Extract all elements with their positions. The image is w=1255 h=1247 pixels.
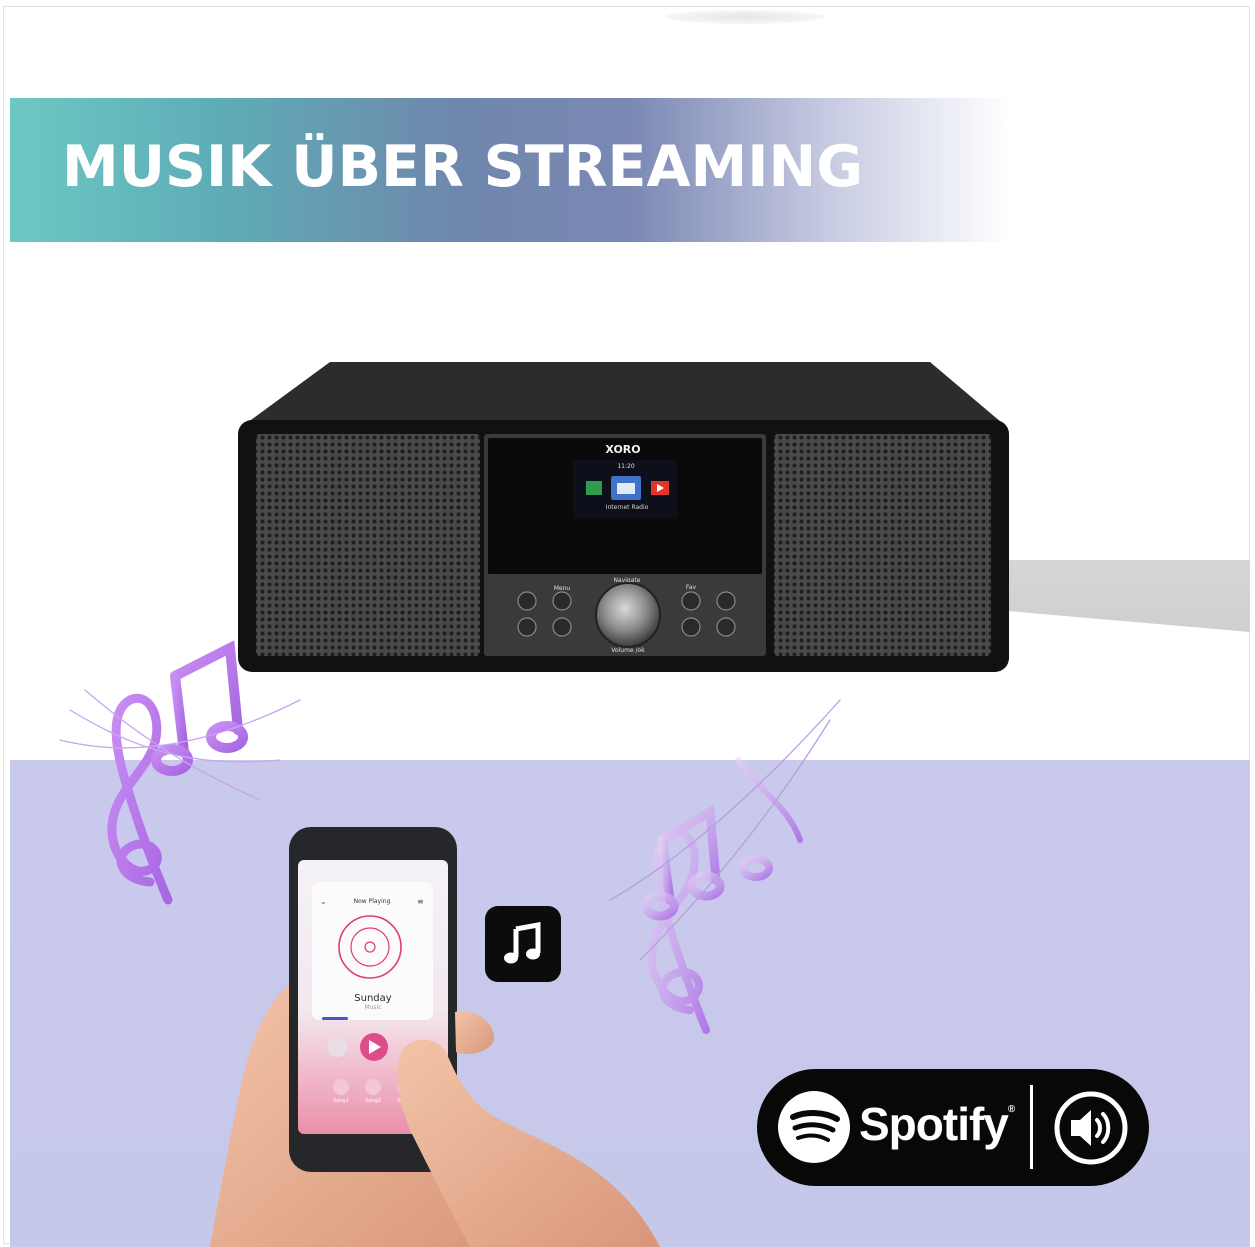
menu-label: Menu: [554, 585, 571, 592]
eject-button[interactable]: [716, 591, 736, 611]
thumb: [455, 1011, 495, 1055]
song1-icon[interactable]: [333, 1079, 349, 1095]
power-button[interactable]: [517, 591, 537, 611]
spotify-logo-icon: [778, 1091, 850, 1163]
spotify-badge: Spotify®: [757, 1069, 1149, 1186]
previous-button[interactable]: [681, 617, 701, 637]
lcd-location-icon: [586, 481, 602, 495]
right-music-notes: [609, 699, 841, 1034]
music-note-head: [687, 871, 725, 901]
registered-mark: ®: [1007, 1104, 1015, 1115]
fav-button[interactable]: [681, 591, 701, 611]
track-title: Sunday: [354, 993, 391, 1004]
radio-brand: XORO: [605, 443, 640, 456]
music-note-icon: [504, 922, 541, 964]
lcd-time: 11:20: [617, 463, 634, 470]
left-music-notes: [59, 640, 301, 905]
staff-line: [609, 699, 841, 901]
left-speaker-grill: [256, 434, 480, 656]
play-pause-button[interactable]: [552, 617, 572, 637]
product-scene: XORO 11:20 Internet Radio Menu Navigate …: [59, 362, 1009, 1247]
previous-track-button[interactable]: [327, 1037, 347, 1057]
song2-icon[interactable]: [365, 1079, 381, 1095]
music-note-head: [206, 721, 248, 753]
music-note-stem: [735, 757, 803, 843]
spotify-wordmark-text: Spotify: [859, 1098, 1009, 1150]
badge-divider: [1030, 1085, 1033, 1169]
next-button[interactable]: [716, 617, 736, 637]
now-playing-header: Now Playing: [354, 898, 391, 905]
fav-label: Fav: [686, 584, 697, 591]
speaker-icon: [1054, 1091, 1128, 1165]
progress-bar[interactable]: [322, 1017, 348, 1020]
music-app-tile: [485, 906, 561, 982]
music-note-head: [151, 744, 193, 776]
treble-clef-icon: [647, 828, 710, 1034]
lcd-radio-icon-grille: [617, 483, 635, 494]
volume-label: Volume /ok: [611, 647, 645, 654]
spotify-wordmark: Spotify®: [859, 1098, 1015, 1150]
radio-top: [240, 362, 1008, 428]
menu-icon[interactable]: ≡: [417, 897, 424, 906]
lcd-label: Internet Radio: [606, 504, 649, 511]
navigate-volume-knob[interactable]: [595, 582, 661, 648]
music-note-stem: [170, 671, 189, 757]
menu-button[interactable]: [552, 591, 572, 611]
treble-clef-icon: [107, 693, 173, 905]
chevron-down-icon[interactable]: ⌄: [320, 897, 327, 906]
track-subtitle: Music: [364, 1004, 381, 1011]
right-speaker-grill: [774, 434, 991, 656]
music-note-head: [739, 855, 773, 881]
stop-button[interactable]: [517, 617, 537, 637]
tab-song2[interactable]: Song2: [365, 1098, 381, 1104]
tab-song1[interactable]: Song1: [333, 1098, 349, 1104]
